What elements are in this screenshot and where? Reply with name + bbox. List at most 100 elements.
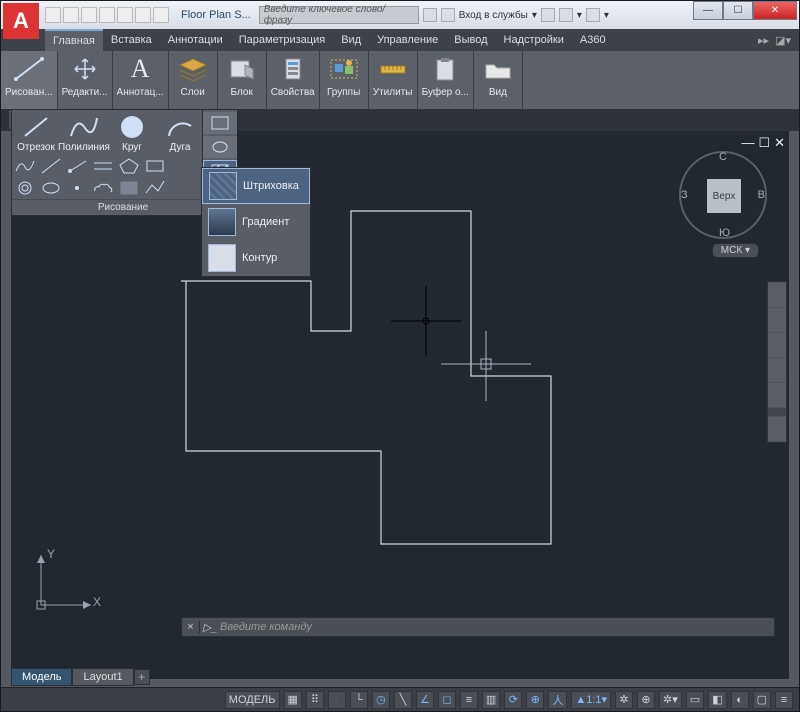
tab-view[interactable]: Вид: [333, 29, 369, 51]
layout-tab-layout1[interactable]: Layout1: [72, 668, 133, 686]
wipeout-icon[interactable]: [118, 179, 140, 197]
status-grid-icon[interactable]: ▦: [284, 691, 302, 709]
signin-icon[interactable]: [441, 8, 455, 22]
viewcube-north[interactable]: С: [719, 151, 727, 163]
status-isolate-icon[interactable]: ◐: [731, 691, 749, 709]
spline-icon[interactable]: [14, 157, 36, 175]
status-ortho-icon[interactable]: └: [350, 691, 368, 709]
command-line[interactable]: × ▷_ Введите команду: [181, 617, 775, 637]
status-iso-icon[interactable]: ╲: [394, 691, 412, 709]
revcloud-icon[interactable]: [92, 179, 114, 197]
status-workspace-icon[interactable]: ✲▾: [659, 691, 682, 709]
polygon-icon[interactable]: [118, 157, 140, 175]
qat-plot-icon[interactable]: [117, 7, 133, 23]
nav-pan-icon[interactable]: [768, 308, 786, 332]
helix-icon[interactable]: [14, 179, 36, 197]
menu-hatch[interactable]: Штриховка: [202, 168, 310, 204]
status-dynamic-input-icon[interactable]: ⊕: [526, 691, 544, 709]
maximize-button[interactable]: ☐: [723, 1, 753, 20]
panel-layers[interactable]: Слои: [169, 51, 218, 109]
panel-clipboard[interactable]: Буфер о...: [418, 51, 474, 109]
multiline-icon[interactable]: [92, 157, 114, 175]
exchange-icon[interactable]: [541, 8, 555, 22]
qat-undo-icon[interactable]: [135, 7, 151, 23]
status-osnap-icon[interactable]: ◻: [438, 691, 456, 709]
status-model-button[interactable]: МОДЕЛЬ: [225, 691, 280, 709]
tab-a360[interactable]: A360: [572, 29, 614, 51]
viewcube-face[interactable]: Верх: [707, 179, 741, 213]
panel-draw[interactable]: Рисован...: [1, 51, 58, 109]
rectangle-split-icon[interactable]: [203, 112, 237, 134]
3dpoly-icon[interactable]: [144, 179, 166, 197]
panel-view[interactable]: Вид: [474, 51, 523, 109]
tab-insert[interactable]: Вставка: [103, 29, 160, 51]
tab-addins[interactable]: Надстройки: [496, 29, 572, 51]
status-otrack-icon[interactable]: ∠: [416, 691, 434, 709]
panel-modify[interactable]: Редакти...: [58, 51, 113, 109]
panel-properties[interactable]: Свойства: [267, 51, 320, 109]
tab-home[interactable]: Главная: [45, 29, 103, 51]
qat-saveas-icon[interactable]: [99, 7, 115, 23]
nav-orbit-icon[interactable]: [768, 358, 786, 382]
status-annovis-icon[interactable]: ⊕: [637, 691, 655, 709]
rectangle-icon[interactable]: [144, 157, 166, 175]
ribbon-expand-icon[interactable]: ▸▸: [758, 34, 769, 47]
xline-icon[interactable]: [40, 157, 62, 175]
viewport-minimize-icon[interactable]: —: [741, 135, 754, 151]
ray-icon[interactable]: [66, 157, 88, 175]
status-qp-icon[interactable]: 人: [548, 691, 567, 709]
menu-gradient[interactable]: Градиент: [202, 204, 310, 240]
signin-label[interactable]: Вход в службы: [459, 10, 528, 21]
viewcube-west[interactable]: З: [681, 189, 688, 201]
app-logo[interactable]: A: [3, 3, 39, 39]
cmdline-close-icon[interactable]: ×: [182, 621, 200, 633]
panel-annotation[interactable]: A Аннотац...: [113, 51, 169, 109]
layout-tab-model[interactable]: Модель: [11, 668, 72, 686]
minimize-button[interactable]: —: [693, 1, 723, 20]
infocenter-icon[interactable]: [423, 8, 437, 22]
qat-save-icon[interactable]: [81, 7, 97, 23]
ribbon-dropdown-icon[interactable]: ◪▾: [775, 34, 791, 47]
status-polar-icon[interactable]: ◷: [372, 691, 390, 709]
panel-groups[interactable]: Группы: [320, 51, 369, 109]
search-input[interactable]: Введите ключевое слово/фразу: [259, 6, 419, 24]
viewport-close-icon[interactable]: ✕: [774, 135, 785, 151]
viewcube[interactable]: Верх С Ю В З: [679, 151, 767, 239]
layout-tab-add-button[interactable]: +: [134, 669, 150, 685]
tab-output[interactable]: Вывод: [446, 29, 495, 51]
help-arrow-icon[interactable]: ▾: [604, 10, 609, 21]
panel-block[interactable]: Блок: [218, 51, 267, 109]
tab-annotate[interactable]: Аннотации: [160, 29, 231, 51]
status-annoscale-button[interactable]: ▲ 1:1 ▾: [571, 691, 611, 709]
nav-more-icon[interactable]: [768, 417, 786, 441]
status-transparency-icon[interactable]: ▥: [482, 691, 500, 709]
ucs-icon[interactable]: Y X: [31, 549, 101, 619]
nav-showmotion-icon[interactable]: [768, 383, 786, 407]
apps-icon[interactable]: [559, 8, 573, 22]
qat-open-icon[interactable]: [63, 7, 79, 23]
status-cleanscreen-icon[interactable]: ▢: [753, 691, 771, 709]
ellipse-split-icon[interactable]: [203, 136, 237, 158]
signin-dropdown-icon[interactable]: ▾: [532, 10, 537, 21]
viewport-maximize-icon[interactable]: ☐: [758, 135, 770, 151]
tool-line[interactable]: Отрезок: [12, 110, 60, 155]
status-gear-icon[interactable]: ✲: [615, 691, 633, 709]
status-snapmode-icon[interactable]: ⠿: [306, 691, 324, 709]
donut-icon[interactable]: [40, 179, 62, 197]
menu-boundary[interactable]: Контур: [202, 240, 310, 276]
point-icon[interactable]: [66, 179, 88, 197]
status-lineweight-icon[interactable]: ≡: [460, 691, 478, 709]
close-button[interactable]: ✕: [753, 1, 797, 20]
viewcube-south[interactable]: Ю: [719, 227, 730, 239]
panel-utilities[interactable]: Утилиты: [369, 51, 418, 109]
viewcube-east[interactable]: В: [758, 189, 765, 201]
qat-redo-icon[interactable]: [153, 7, 169, 23]
tab-parametric[interactable]: Параметризация: [231, 29, 333, 51]
status-monitor-icon[interactable]: ▭: [686, 691, 704, 709]
status-cycling-icon[interactable]: ⟳: [504, 691, 522, 709]
help-dropdown-icon[interactable]: ▾: [577, 10, 582, 21]
tab-manage[interactable]: Управление: [369, 29, 446, 51]
nav-wheel-icon[interactable]: [768, 283, 786, 307]
nav-zoom-icon[interactable]: [768, 333, 786, 357]
tool-circle[interactable]: Круг: [108, 110, 156, 155]
